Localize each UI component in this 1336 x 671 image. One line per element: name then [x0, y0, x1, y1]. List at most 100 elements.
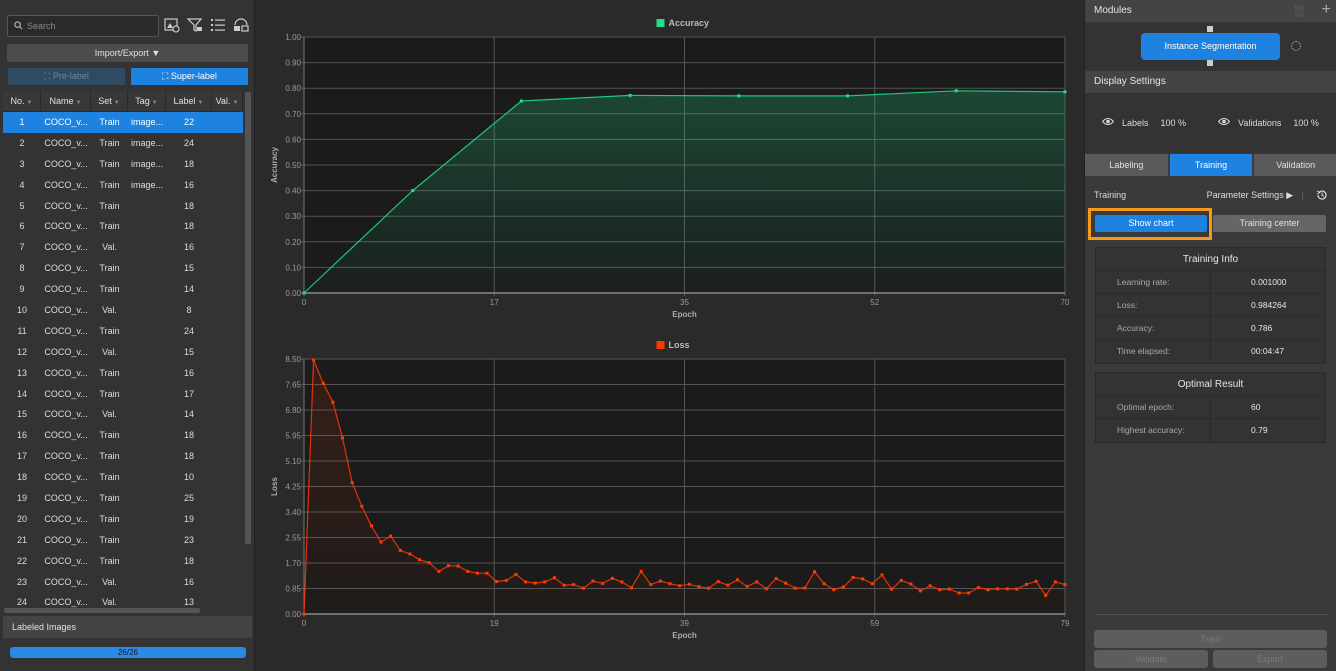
y-tick-label: 0.30 — [285, 212, 301, 221]
cell-no: 22 — [16, 555, 27, 566]
column-header-name[interactable]: Name ▼ — [41, 91, 91, 111]
filter-icon[interactable] — [186, 17, 203, 33]
table-row[interactable]: 20 COCO_v... Train 19 — [3, 509, 243, 530]
x-tick-label: 0 — [302, 298, 307, 307]
instance-segmentation-module[interactable]: Instance Segmentation — [1141, 33, 1280, 60]
column-header-tag[interactable]: Tag ▼ — [128, 91, 166, 111]
optimal-result-table: Optimal Result Optimal epoch: 60 Highest … — [1095, 372, 1326, 443]
parameter-settings-link[interactable]: Parameter Settings ▶ | — [1207, 190, 1304, 201]
y-tick-label: 0.50 — [285, 161, 301, 170]
list-view-icon[interactable] — [210, 17, 226, 33]
tab-training[interactable]: Training — [1169, 154, 1253, 176]
history-icon[interactable] — [1316, 189, 1328, 203]
eye-icon[interactable] — [1101, 117, 1115, 128]
cell-set: Train — [99, 493, 120, 504]
table-vertical-scrollbar[interactable] — [245, 92, 251, 544]
cell-no: 24 — [16, 597, 27, 608]
cell-name: COCO_v... — [44, 158, 88, 169]
add-icon[interactable]: + — [1322, 0, 1331, 21]
x-tick-label: 35 — [680, 298, 689, 307]
cell-tag: image... — [130, 158, 163, 169]
column-header-val[interactable]: Val. ▼ — [212, 91, 243, 111]
table-row[interactable]: 22 COCO_v... Train 18 — [3, 551, 243, 572]
cell-label: 14 — [183, 284, 194, 295]
data-point — [967, 591, 971, 595]
cell-tag — [128, 404, 166, 425]
table-row[interactable]: 24 COCO_v... Val. 13 — [3, 592, 243, 608]
table-row[interactable]: 4 COCO_v... Train image... 16 — [3, 175, 243, 196]
table-row[interactable]: 10 COCO_v... Val. 8 — [3, 300, 243, 321]
cell-name: COCO_v... — [44, 555, 88, 566]
cell-tag — [128, 258, 166, 279]
layout-icon[interactable] — [233, 17, 249, 33]
table-row[interactable]: 9 COCO_v... Train 14 — [3, 279, 243, 300]
table-row[interactable]: 18 COCO_v... Train 10 — [3, 467, 243, 488]
table-row[interactable]: 7 COCO_v... Val. 16 — [3, 237, 243, 258]
x-tick-label: 70 — [1061, 298, 1070, 307]
table-row[interactable]: 13 COCO_v... Train 16 — [3, 363, 243, 384]
search-box[interactable] — [7, 15, 159, 37]
cell-tag — [128, 342, 166, 363]
table-row[interactable]: 11 COCO_v... Train 24 — [3, 321, 243, 342]
column-header-label[interactable]: Label ▼ — [166, 91, 212, 111]
table-row[interactable]: 2 COCO_v... Train image... 24 — [3, 133, 243, 154]
tab-labeling[interactable]: Labeling — [1085, 154, 1168, 176]
data-point — [495, 580, 499, 584]
export-button[interactable]: Export — [1213, 650, 1327, 668]
pre-label-button[interactable]: ⛶ Pre-label — [8, 68, 125, 85]
cell-label: 18 — [183, 221, 194, 232]
loss-chart: 0.00 0.85 1.70 2.55 3.40 4.25 5.10 5.95 6.80 7.65… — [270, 340, 1070, 640]
y-tick-label: 4.25 — [285, 483, 301, 492]
super-label-button[interactable]: ⛶ Super-label — [131, 68, 248, 85]
train-button[interactable]: Train — [1094, 630, 1327, 648]
labels-opacity[interactable]: 100 % — [1161, 118, 1187, 128]
table-row[interactable]: 5 COCO_v... Train 18 — [3, 196, 243, 217]
cell-no: 13 — [16, 367, 27, 378]
tab-validation[interactable]: Validation — [1254, 154, 1336, 176]
table-row[interactable]: 8 COCO_v... Train 15 — [3, 258, 243, 279]
data-point — [562, 583, 566, 587]
eye-icon[interactable] — [1217, 117, 1231, 128]
x-tick-label: 79 — [1061, 619, 1070, 628]
x-tick-label: 19 — [490, 619, 499, 628]
table-row[interactable]: 1 COCO_v... Train image... 22 — [3, 112, 243, 133]
table-row[interactable]: 14 COCO_v... Train 17 — [3, 384, 243, 405]
validate-button[interactable]: Validate — [1094, 650, 1208, 668]
cell-label: 18 — [183, 158, 194, 169]
image-settings-icon[interactable] — [164, 17, 180, 33]
cell-set: Train — [99, 367, 120, 378]
search-input[interactable] — [27, 21, 147, 31]
table-row[interactable]: 21 COCO_v... Train 23 — [3, 530, 243, 551]
validations-opacity[interactable]: 100 % — [1293, 118, 1319, 128]
column-header-set[interactable]: Set ▼ — [91, 91, 128, 111]
cell-val — [212, 237, 243, 258]
table-row[interactable]: 6 COCO_v... Train 18 — [3, 216, 243, 237]
table-horizontal-scrollbar[interactable] — [4, 608, 200, 613]
table-row[interactable]: 17 COCO_v... Train 18 — [3, 446, 243, 467]
data-point — [411, 189, 415, 193]
table-row[interactable]: 23 COCO_v... Val. 16 — [3, 572, 243, 593]
cell-val — [212, 530, 243, 551]
table-row[interactable]: 12 COCO_v... Val. 15 — [3, 342, 243, 363]
x-tick-label: 52 — [870, 298, 879, 307]
data-point — [1034, 579, 1038, 583]
table-row[interactable]: 16 COCO_v... Train 18 — [3, 425, 243, 446]
table-row[interactable]: 3 COCO_v... Train image... 18 — [3, 154, 243, 175]
table-row[interactable]: 15 COCO_v... Val. 14 — [3, 404, 243, 425]
data-point — [846, 94, 850, 98]
data-point — [1053, 580, 1057, 584]
cell-val — [212, 196, 243, 217]
y-tick-label: 2.55 — [285, 534, 301, 543]
cell-tag: image... — [130, 179, 163, 190]
cell-val — [212, 175, 243, 196]
trash-icon[interactable]: 🗑 — [1292, 0, 1307, 22]
training-center-button[interactable]: Training center — [1213, 215, 1326, 232]
data-point — [1063, 90, 1067, 94]
table-row[interactable]: 19 COCO_v... Train 25 — [3, 488, 243, 509]
cell-set: Train — [99, 555, 120, 566]
data-point — [813, 570, 817, 574]
column-header-no[interactable]: No. ▼ — [3, 91, 41, 111]
import-export-button[interactable]: Import/Export ▼ — [7, 44, 248, 62]
cell-name: COCO_v... — [44, 388, 88, 399]
data-point — [716, 580, 720, 584]
